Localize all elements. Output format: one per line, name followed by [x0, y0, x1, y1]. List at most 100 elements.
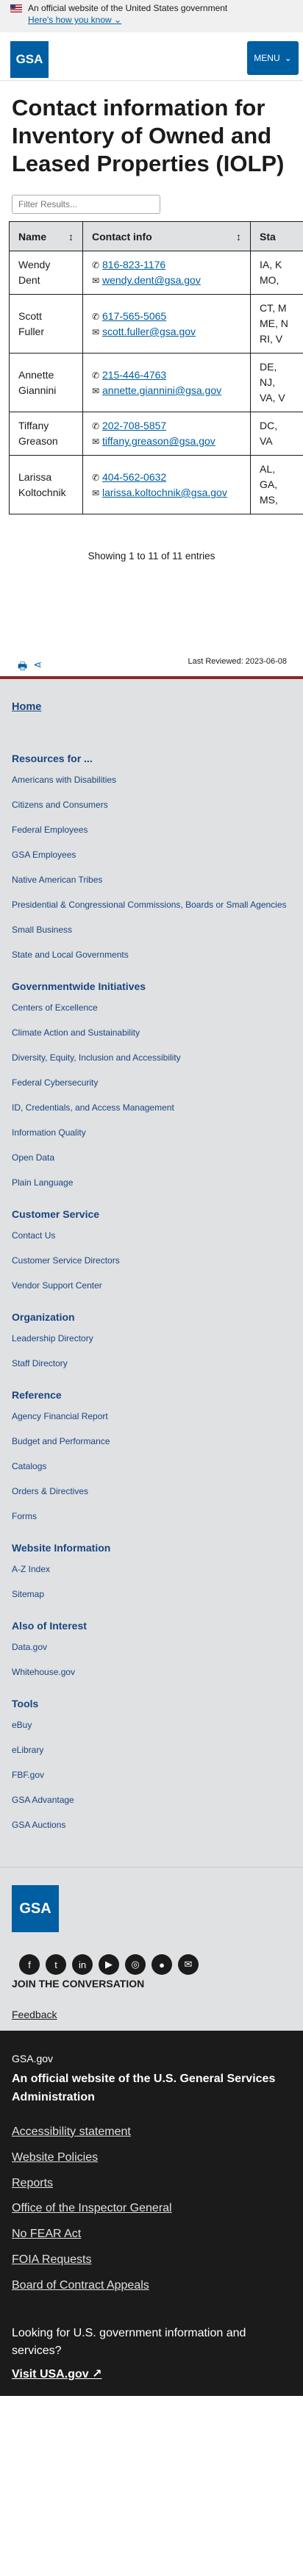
- how-you-know-link[interactable]: Here's how you know ⌄: [28, 15, 121, 25]
- column-header-states[interactable]: Sta: [250, 221, 303, 252]
- phone-icon: ✆: [92, 311, 100, 322]
- footer-link[interactable]: State and Local Governments: [12, 948, 291, 961]
- identifier-tagline: An official website of the U.S. General …: [12, 2073, 276, 2104]
- email-link[interactable]: annette.giannini@gsa.gov: [102, 384, 221, 396]
- state-line: DC,: [260, 420, 278, 432]
- twitter-icon[interactable]: t: [46, 1954, 66, 1976]
- phone-link[interactable]: 202-708-5857: [102, 420, 166, 431]
- footer-link[interactable]: Contact Us: [12, 1229, 291, 1242]
- share-icon[interactable]: ⋖: [33, 659, 42, 676]
- contact-name: Annette Giannini: [9, 353, 83, 413]
- footer-link[interactable]: Citizens and Consumers: [12, 798, 291, 811]
- footer-link[interactable]: Presidential & Congressional Commissions…: [12, 898, 291, 911]
- facebook-icon[interactable]: f: [19, 1954, 40, 1976]
- footer-section: Organization Leadership Directory Staff Di…: [12, 1311, 291, 1370]
- footer-link[interactable]: GSA Auctions: [12, 1818, 291, 1831]
- email-link[interactable]: scott.fuller@gsa.gov: [102, 326, 196, 337]
- footer-link[interactable]: Open Data: [12, 1151, 291, 1164]
- footer-link[interactable]: Native American Tribes: [12, 873, 291, 886]
- contact-info: ✆ 202-708-5857 ✉ tiffany.greason@gsa.gov: [82, 412, 251, 456]
- identifier-link[interactable]: Reports: [12, 2175, 291, 2193]
- footer-link[interactable]: FBF.gov: [12, 1768, 291, 1782]
- print-icon[interactable]: 🖶: [18, 659, 27, 676]
- footer-link[interactable]: Leadership Directory: [12, 1332, 291, 1345]
- footer-link[interactable]: Orders & Directives: [12, 1485, 291, 1498]
- identifier-link[interactable]: FOIA Requests: [12, 2251, 291, 2270]
- first-name: Scott: [18, 309, 42, 322]
- footer-link[interactable]: A-Z Index: [12, 1563, 291, 1576]
- gsa-logo[interactable]: GSA: [10, 41, 49, 78]
- footer-section: Governmentwide Initiatives Centers of Exc…: [12, 980, 291, 1189]
- gsa-footer-logo[interactable]: GSA: [12, 1885, 59, 1933]
- table-row: Annette Giannini ✆ 215-446-4763 ✉ annette.…: [9, 353, 303, 413]
- phone-link[interactable]: 404-562-0632: [102, 471, 166, 483]
- phone-link[interactable]: 617-565-5065: [102, 310, 166, 322]
- last-name: Dent: [18, 274, 40, 287]
- identifier-link[interactable]: Website Policies: [12, 2149, 291, 2167]
- page-title: Contact information for Inventory of Own…: [12, 95, 285, 176]
- footer-link[interactable]: eBuy: [12, 1718, 291, 1732]
- linkedin-icon[interactable]: in: [72, 1954, 93, 1976]
- state-line: NJ,: [260, 376, 275, 389]
- visit-usa-gov-link[interactable]: Visit USA.gov ↗: [12, 2367, 291, 2381]
- column-header-name[interactable]: Name ↕: [9, 221, 83, 252]
- footer-link[interactable]: Small Business: [12, 923, 291, 936]
- footer-link[interactable]: Plain Language: [12, 1176, 291, 1189]
- email-link[interactable]: wendy.dent@gsa.gov: [102, 274, 201, 286]
- email-icon[interactable]: ✉: [178, 1954, 199, 1976]
- identifier-link[interactable]: Board of Contract Appeals: [12, 2277, 291, 2295]
- footer-link[interactable]: Federal Employees: [12, 823, 291, 836]
- footer-link[interactable]: Customer Service Directors: [12, 1254, 291, 1267]
- footer-link[interactable]: ID, Credentials, and Access Management: [12, 1101, 291, 1114]
- column-header-contact[interactable]: Contact info ↕: [82, 221, 251, 252]
- footer-link[interactable]: GSA Employees: [12, 848, 291, 861]
- contacts-table-wrap[interactable]: Name ↕ Contact info ↕ Sta Wendy Dent ✆ 816-…: [9, 221, 303, 546]
- email-link[interactable]: larissa.koltochnik@gsa.gov: [102, 487, 227, 498]
- footer-link[interactable]: Americans with Disabilities: [12, 773, 291, 786]
- footer-link[interactable]: Catalogs: [12, 1460, 291, 1473]
- external-link-icon: ↗: [92, 2368, 102, 2381]
- us-flag-icon: [10, 4, 22, 12]
- footer-link[interactable]: Diversity, Equity, Inclusion and Accessi…: [12, 1051, 291, 1064]
- youtube-icon[interactable]: ▶: [99, 1954, 119, 1976]
- phone-icon: ✆: [92, 472, 100, 483]
- footer-link[interactable]: Forms: [12, 1510, 291, 1523]
- footer-section-heading: Customer Service: [12, 1208, 100, 1221]
- footer-link[interactable]: Climate Action and Sustainability: [12, 1026, 291, 1039]
- filter-results-input[interactable]: [12, 195, 160, 215]
- contact-name: Wendy Dent: [9, 251, 83, 295]
- feedback-link[interactable]: Feedback: [12, 2009, 291, 2020]
- last-name: Koltochnik: [18, 486, 66, 498]
- phone-link[interactable]: 215-446-4763: [102, 369, 166, 381]
- footer-home-link[interactable]: Home: [12, 701, 291, 713]
- footer-link[interactable]: Staff Directory: [12, 1357, 291, 1370]
- footer-link[interactable]: GSA Advantage: [12, 1793, 291, 1807]
- email-link[interactable]: tiffany.greason@gsa.gov: [102, 435, 215, 447]
- sort-icon[interactable]: ↕: [68, 231, 74, 243]
- footer-link[interactable]: Agency Financial Report: [12, 1410, 291, 1423]
- footer-link[interactable]: Centers of Excellence: [12, 1001, 291, 1014]
- footer-link[interactable]: Data.gov: [12, 1640, 291, 1654]
- last-name: Fuller: [18, 325, 45, 337]
- envelope-icon: ✉: [92, 385, 100, 396]
- identifier-link[interactable]: Office of the Inspector General: [12, 2200, 291, 2218]
- identifier-link[interactable]: Accessibility statement: [12, 2123, 291, 2142]
- footer-link[interactable]: Information Quality: [12, 1126, 291, 1139]
- footer-link[interactable]: Sitemap: [12, 1587, 291, 1601]
- footer-link[interactable]: eLibrary: [12, 1743, 291, 1757]
- review-bar: 🖶 ⋖ Last Reviewed: 2023-06-08: [0, 650, 303, 680]
- footer-link[interactable]: Whitehouse.gov: [12, 1665, 291, 1679]
- usa-gov-prompt: Looking for U.S. government information …: [12, 2326, 246, 2358]
- instagram-icon[interactable]: ◎: [125, 1954, 146, 1976]
- footer-link[interactable]: Federal Cybersecurity: [12, 1076, 291, 1089]
- sort-icon[interactable]: ↕: [236, 231, 241, 243]
- footer-link[interactable]: Vendor Support Center: [12, 1279, 291, 1292]
- menu-button[interactable]: MENU ⌄: [247, 41, 299, 75]
- last-reviewed: Last Reviewed: 2023-06-08: [188, 657, 287, 667]
- footer-link[interactable]: Budget and Performance: [12, 1435, 291, 1448]
- identifier-link[interactable]: No FEAR Act: [12, 2225, 291, 2244]
- flickr-icon[interactable]: ●: [152, 1954, 172, 1976]
- phone-link[interactable]: 816-823-1176: [102, 259, 165, 270]
- phone-icon: ✆: [92, 421, 100, 432]
- site-header: GSA MENU ⌄: [0, 32, 303, 81]
